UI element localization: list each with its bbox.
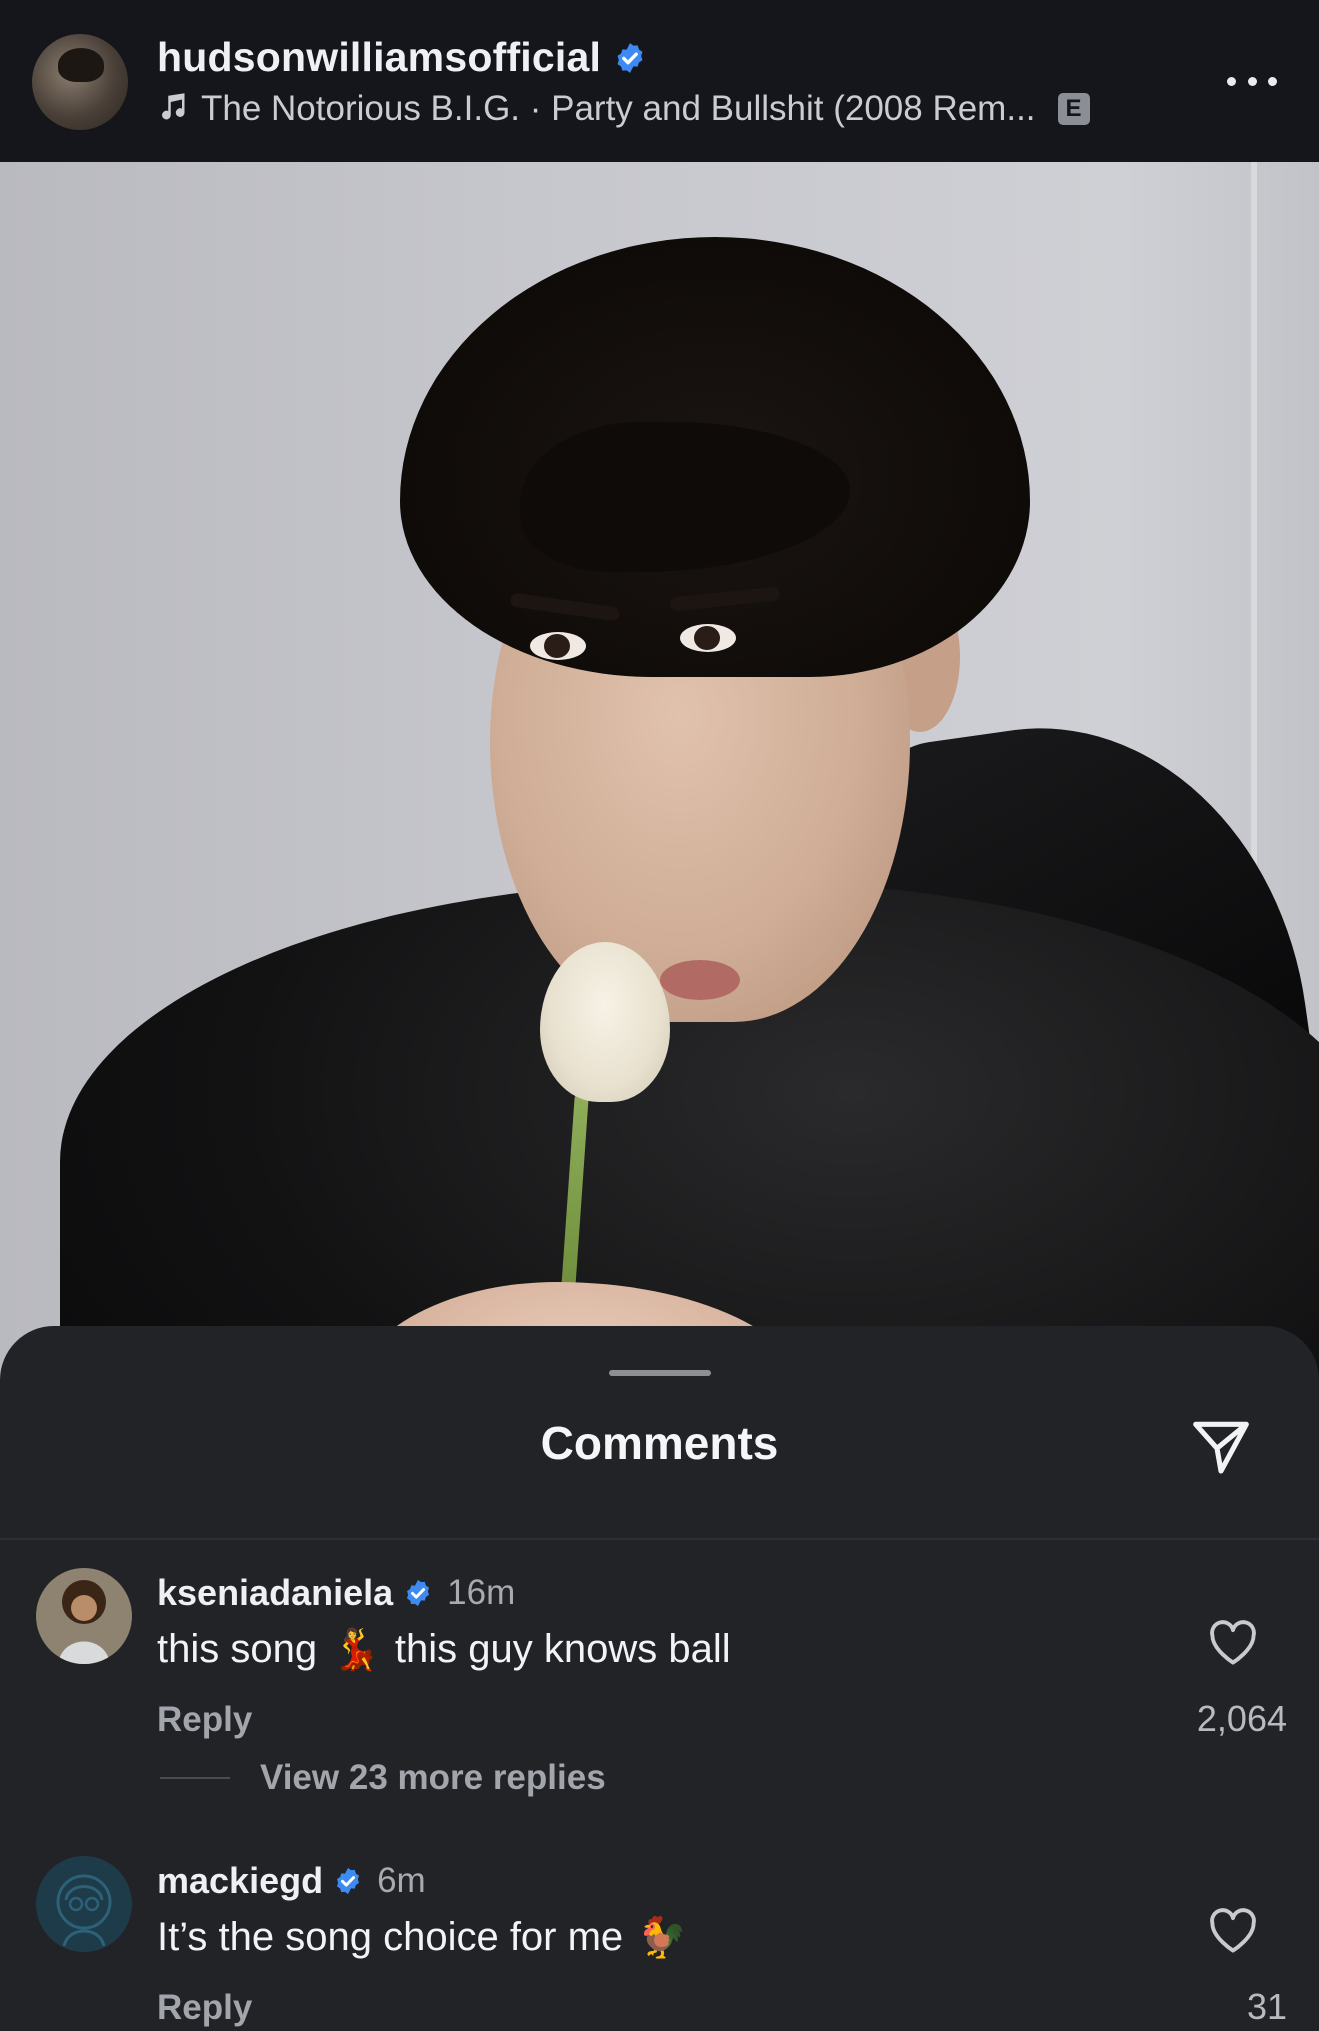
author-row: hudsonwilliamsofficial [157, 34, 647, 81]
heart-icon[interactable] [1207, 1906, 1259, 1954]
comment-text-start: this song [157, 1627, 318, 1671]
share-button[interactable] [1185, 1412, 1257, 1482]
comment-text: this song 💃 this guy knows ball [157, 1626, 731, 1673]
more-options-icon [1227, 76, 1236, 86]
paper-plane-icon [1193, 1421, 1249, 1474]
author-username[interactable]: hudsonwilliamsofficial [157, 34, 601, 81]
commenter-username[interactable]: mackiegd [157, 1860, 323, 1902]
post-header: hudsonwilliamsofficial The Notorious B.I… [0, 0, 1319, 162]
comment-text-end: this guy knows ball [394, 1627, 731, 1671]
comment-header: kseniadaniela 16m [157, 1572, 515, 1614]
post-photo[interactable] [0, 162, 1319, 1392]
music-track-label: The Notorious B.I.G. · Party and Bullshi… [201, 89, 1036, 128]
like-count: 2,064 [1196, 1698, 1287, 1739]
verified-badge-icon [613, 41, 647, 75]
replies-line [160, 1777, 230, 1779]
comments-sheet: Comments kseniadaniela 16m this song 💃 t… [0, 1326, 1319, 2031]
comment-time: 16m [447, 1573, 516, 1612]
commenter-username[interactable]: kseniadaniela [157, 1572, 393, 1614]
comments-title: Comments [540, 1417, 779, 1469]
view-more-replies[interactable]: View 23 more replies [160, 1758, 606, 1798]
comment-header: mackiegd 6m [157, 1860, 426, 1902]
reply-button[interactable]: Reply [157, 1988, 252, 2028]
dancer-emoji: 💃 [331, 1627, 381, 1673]
reply-button[interactable]: Reply [157, 1700, 252, 1740]
more-options-button[interactable] [1227, 64, 1277, 98]
rooster-emoji: 🐓 [637, 1915, 687, 1961]
commenter-avatar[interactable] [36, 1568, 132, 1664]
comment-text-start: It’s the song choice for me [157, 1915, 624, 1959]
heart-icon[interactable] [1207, 1618, 1259, 1666]
comment-time: 6m [377, 1861, 426, 1900]
verified-badge-icon [333, 1866, 363, 1896]
music-row[interactable]: The Notorious B.I.G. · Party and Bullshi… [157, 89, 1157, 129]
explicit-badge: E [1057, 93, 1090, 125]
comment-text: It’s the song choice for me 🐓 [157, 1914, 687, 1961]
screen: hudsonwilliamsofficial The Notorious B.I… [0, 0, 1319, 2031]
verified-badge-icon [403, 1578, 433, 1608]
like-count: 31 [1246, 1986, 1287, 2027]
author-avatar[interactable] [32, 34, 128, 130]
sheet-divider [0, 1538, 1319, 1540]
music-note-icon [157, 92, 187, 127]
commenter-avatar[interactable] [36, 1856, 132, 1952]
sheet-drag-handle[interactable] [609, 1370, 711, 1376]
view-replies-label: View 23 more replies [260, 1758, 606, 1797]
